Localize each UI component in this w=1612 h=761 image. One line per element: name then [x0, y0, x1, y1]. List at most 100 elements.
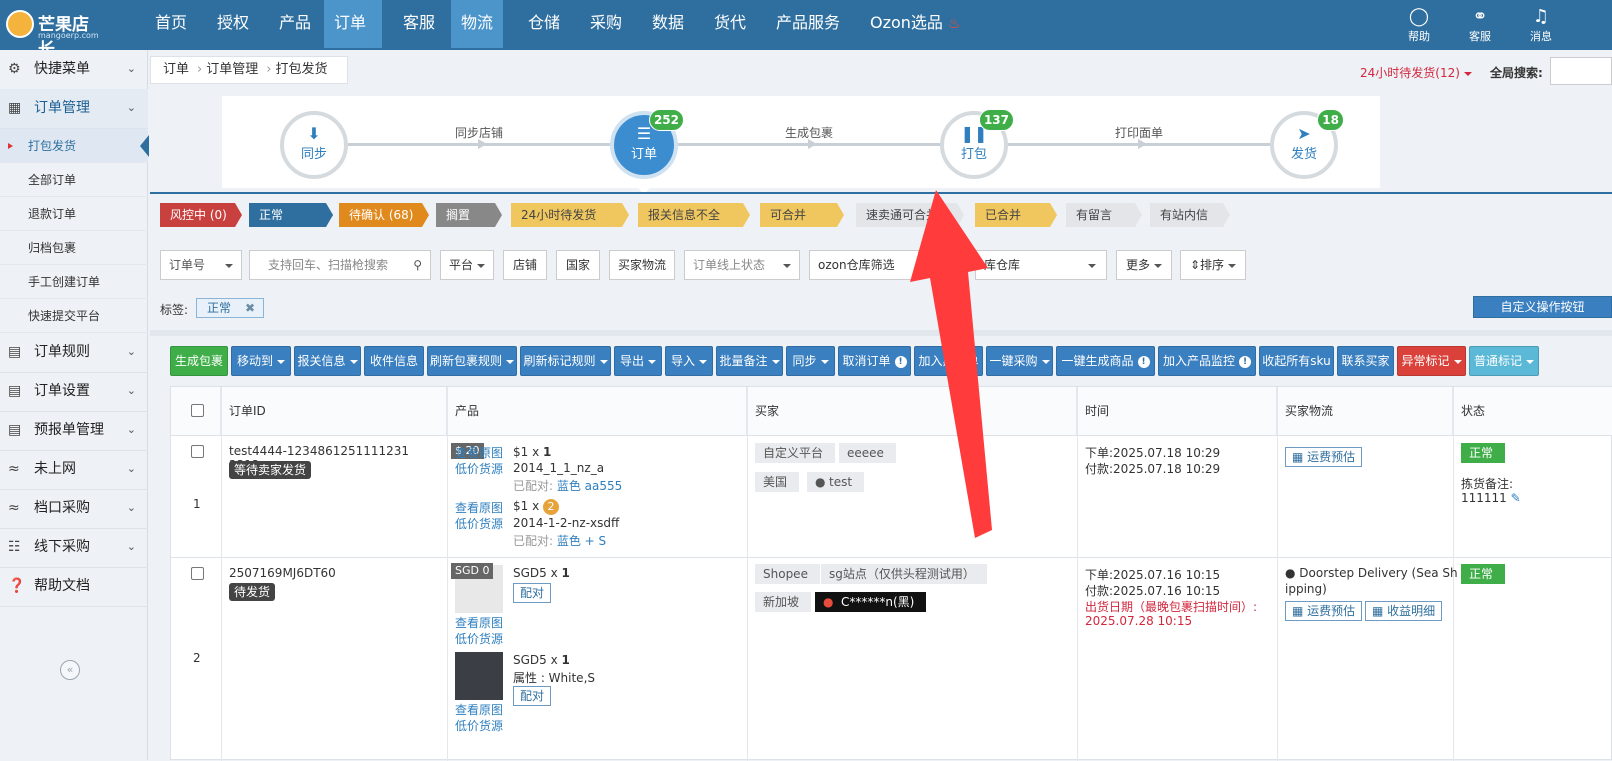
ozon-warehouse-select[interactable]: ozon仓库筛选 [809, 250, 919, 280]
edit-icon[interactable]: ✎ [1511, 491, 1521, 505]
status-tab[interactable]: 风控中 (0) [160, 203, 242, 227]
status-tab[interactable]: 搁置 (0) [436, 203, 502, 227]
order-id[interactable]: 2507169MJ6DT60 [229, 566, 336, 580]
status-tab[interactable]: 可合并 (32) [760, 203, 844, 227]
status-tab[interactable]: 有站内信 (0) [1150, 203, 1230, 227]
sidebar-group-offline-purchase[interactable]: ☷ 线下采购 ⌄ [0, 528, 148, 568]
toolbar-button[interactable]: 报关信息 [294, 346, 361, 376]
sidebar-group-forecast[interactable]: ▤ 预报单管理 ⌄ [0, 411, 148, 451]
nav-warehouse[interactable]: 仓储 [518, 0, 570, 48]
flow-link-generate-package[interactable]: 生成包裹 [785, 124, 833, 141]
collapse-sidebar-button[interactable]: « [60, 660, 80, 680]
select-all-checkbox[interactable] [191, 404, 204, 417]
sidebar-group-stall-purchase[interactable]: ≈ 档口采购 ⌄ [0, 489, 148, 529]
toolbar-button[interactable]: 异常标记 [1397, 346, 1466, 376]
nav-product-service[interactable]: 产品服务 [766, 0, 850, 48]
status-tab[interactable]: 报关信息不全 (10) [638, 203, 750, 227]
toolbar-button[interactable]: 批量备注 [716, 346, 783, 376]
nav-auth[interactable]: 授权 [207, 0, 259, 48]
buyer-name-chip[interactable]: ● C******n(黑) [815, 592, 927, 612]
nav-freight[interactable]: 货代 [704, 0, 756, 48]
sort-button[interactable]: ⇕排序 [1180, 250, 1246, 280]
pending-24h-link[interactable]: 24小时待发货(12) [1360, 64, 1472, 81]
sidebar-item-pack-ship[interactable]: 打包发货 [0, 129, 149, 163]
order-no-select[interactable]: 订单号 [160, 250, 242, 280]
shipping-estimate-button[interactable]: ▦ 运费预估 [1285, 447, 1363, 467]
status-tab[interactable]: 有留言 (0) [1066, 203, 1142, 227]
match-button[interactable]: 配对 [513, 583, 552, 603]
more-filter-button[interactable]: 更多 [1116, 250, 1172, 280]
sidebar-group-shortcuts[interactable]: ⚙ 快捷菜单 ⌄ [0, 50, 148, 90]
toolbar-button[interactable]: 刷新标记规则 [520, 346, 611, 376]
sidebar-item-all-orders[interactable]: 全部订单 [0, 163, 148, 197]
status-tab[interactable]: 已合并 (25) [975, 203, 1057, 227]
global-search-input[interactable] [1550, 57, 1612, 85]
view-original-link[interactable]: 查看原图 [455, 701, 503, 718]
toolbar-button[interactable]: 刷新包裹规则 [427, 346, 517, 376]
sidebar-group-order-settings[interactable]: ▤ 订单设置 ⌄ [0, 372, 148, 412]
sidebar-item-quick-submit[interactable]: 快速提交平台 [0, 299, 148, 333]
toolbar-button[interactable]: 生成包裹 [170, 346, 228, 376]
nav-order[interactable]: 订单 [324, 0, 382, 48]
toolbar-button[interactable]: 收起所有sku [1259, 346, 1334, 376]
toolbar-button[interactable]: 导入 [665, 346, 713, 376]
toolbar-button[interactable]: 联系买家 [1337, 346, 1394, 376]
nav-data[interactable]: 数据 [642, 0, 694, 48]
warehouse-select[interactable]: 库仓库 [975, 250, 1107, 280]
sidebar-group-order-management[interactable]: ▦ 订单管理 ⌄ [0, 89, 148, 129]
custom-action-button[interactable]: 自定义操作按钮 [1473, 296, 1612, 318]
flow-link-sync-shop[interactable]: 同步店铺 [455, 124, 503, 141]
flow-step-order[interactable]: ☰ 订单 252 [610, 109, 684, 179]
tag-chip-normal[interactable]: 正常 ✖ [196, 298, 264, 318]
country-filter-button[interactable]: 国家 [556, 250, 600, 280]
toolbar-button[interactable]: 收件信息 [364, 346, 424, 376]
search-input[interactable]: 支持回车、扫描枪搜索 ⚲ [249, 250, 431, 280]
breadcrumb-item[interactable]: 订单 [163, 62, 189, 77]
toolbar-button[interactable]: 移动到 [231, 346, 291, 376]
nav-home[interactable]: 首页 [145, 0, 197, 48]
toolbar-button[interactable]: 加入产品监控! [1158, 346, 1256, 376]
nav-purchase[interactable]: 采购 [580, 0, 632, 48]
toolbar-button[interactable]: 一键生成商品! [1056, 346, 1155, 376]
breadcrumb-item[interactable]: 订单管理 [206, 62, 258, 77]
online-status-select[interactable]: 订单线上状态 [684, 250, 800, 280]
low-price-source-link[interactable]: 低价货源 [455, 460, 503, 477]
match-button[interactable]: 配对 [513, 686, 552, 706]
status-tab[interactable]: 24小时待发货 (12) [511, 203, 629, 227]
row-checkbox[interactable] [191, 567, 204, 580]
toolbar-button[interactable]: 加入黑名单 [914, 346, 983, 376]
sidebar-item-refund-orders[interactable]: 退款订单 [0, 197, 148, 231]
flow-step-ship[interactable]: ➤ 发货 18 [1270, 109, 1344, 179]
nav-ozon[interactable]: Ozon选品 ♨ [860, 0, 971, 48]
view-original-link[interactable]: 查看原图 [455, 614, 503, 631]
status-tab[interactable]: 正常 (184) [249, 203, 333, 227]
sidebar-group-help-docs[interactable]: ❓ 帮助文档 [0, 567, 148, 607]
product-image[interactable] [455, 652, 503, 700]
shipping-estimate-button[interactable]: ▦ 运费预估 [1285, 601, 1363, 621]
logo[interactable]: 芒果店长 mangoerp.com [6, 8, 102, 60]
low-price-source-link[interactable]: 低价货源 [455, 630, 503, 647]
toolbar-button[interactable]: 一键采购 [986, 346, 1053, 376]
matched-sku-link[interactable]: 蓝色 + S [557, 534, 606, 548]
low-price-source-link[interactable]: 低价货源 [455, 717, 503, 734]
service-tool[interactable]: ⚭ 客服 [1455, 6, 1505, 44]
close-icon[interactable]: ✖ [245, 299, 255, 317]
flow-link-print-label[interactable]: 打印面单 [1115, 124, 1163, 141]
toolbar-button[interactable]: 普通标记 [1469, 346, 1539, 376]
flow-step-sync[interactable]: ⬇ 同步 [280, 111, 348, 179]
status-tab[interactable]: 速卖通可合并 (0) [856, 203, 964, 227]
view-original-link[interactable]: 查看原图 [455, 444, 503, 461]
matched-sku-link[interactable]: 蓝色 aa555 [557, 479, 622, 493]
nav-service[interactable]: 客服 [393, 0, 445, 48]
buyer-logistics-filter-button[interactable]: 买家物流 [609, 250, 675, 280]
sidebar-group-offline[interactable]: ≈ 未上网 ⌄ [0, 450, 148, 490]
sidebar-item-manual-order[interactable]: 手工创建订单 [0, 265, 148, 299]
view-original-link[interactable]: 查看原图 [455, 499, 503, 516]
nav-product[interactable]: 产品 [269, 0, 321, 48]
nav-logistics[interactable]: 物流 [451, 0, 503, 48]
buyer-name-chip[interactable]: ● test [807, 472, 865, 492]
row-checkbox[interactable] [191, 445, 204, 458]
message-tool[interactable]: ♫ 消息 [1516, 6, 1566, 44]
toolbar-button[interactable]: 同步 [786, 346, 835, 376]
platform-filter-button[interactable]: 平台 [440, 250, 494, 280]
